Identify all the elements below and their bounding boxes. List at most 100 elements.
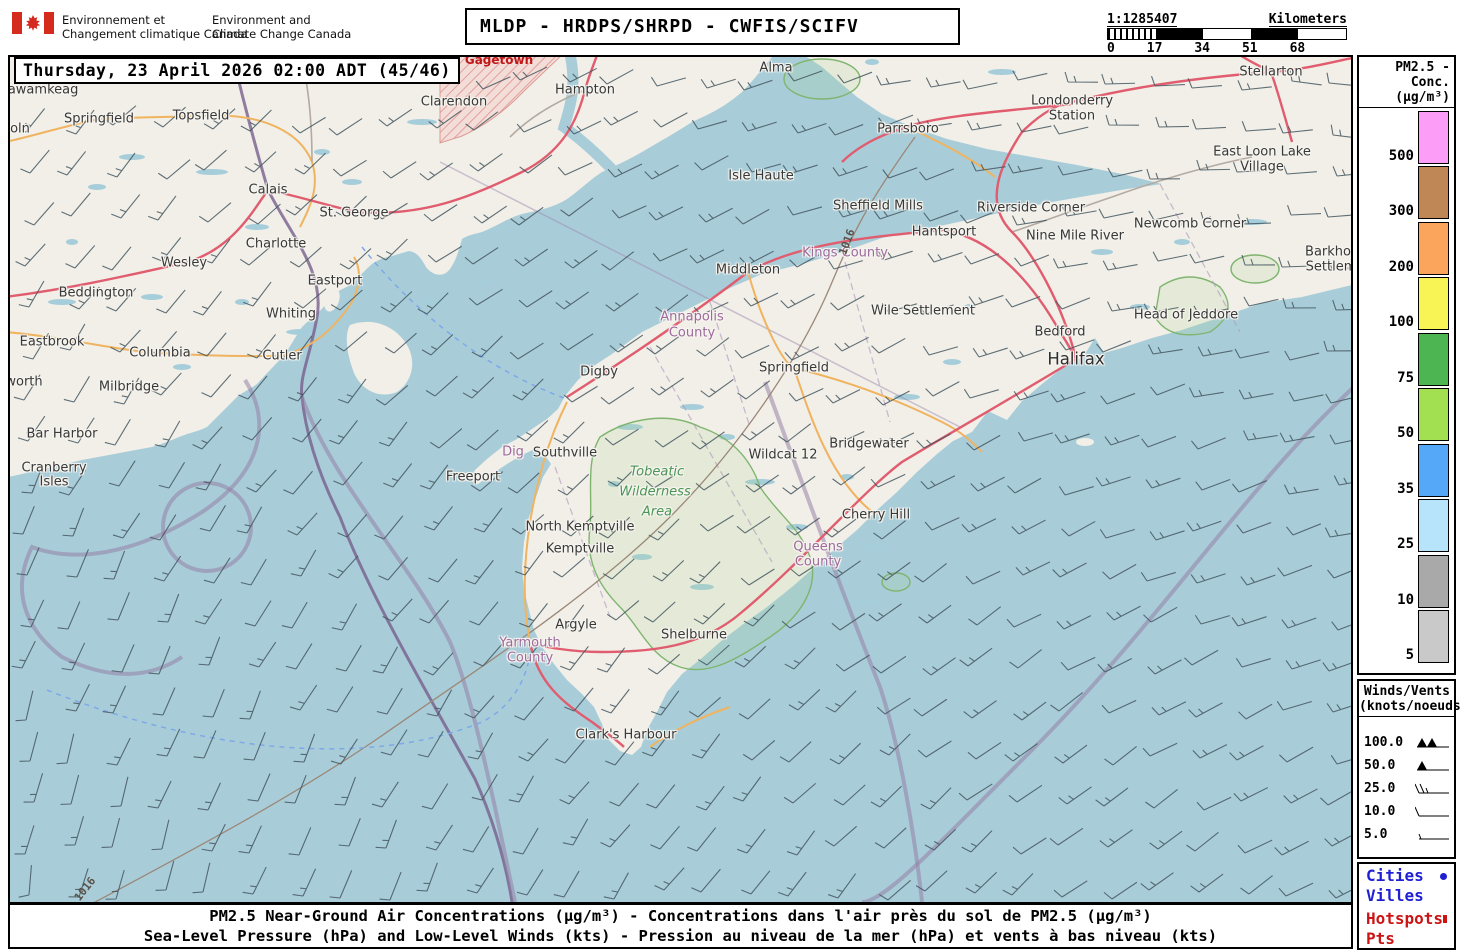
map-label: Newcomb Corner: [1133, 216, 1247, 232]
hotspots-label-en: Hotspots: [1366, 909, 1444, 928]
map-label: Eastbrook: [19, 334, 85, 350]
pm25-legend-row: 200: [1359, 219, 1454, 275]
wind-speed-label: 5.0: [1364, 827, 1388, 842]
wind-barb-symbol: [1417, 737, 1449, 747]
pm25-legend-row: 10: [1359, 552, 1454, 608]
map-label: Bridgewater: [829, 436, 909, 452]
map-label: Bar Harbor: [26, 426, 98, 442]
pm25-legend-row: 35: [1359, 441, 1454, 497]
map-label: Isle Haute: [728, 168, 794, 184]
map-label: Londonderry: [1030, 93, 1114, 109]
map-label: Stellarton: [1239, 64, 1303, 80]
map-label: Yarmouth: [499, 635, 561, 651]
caption-line1: PM2.5 Near-Ground Air Concentrations (µg…: [209, 907, 1152, 925]
map-label: Hampton: [555, 82, 615, 98]
map-label: Middleton: [715, 262, 781, 278]
scale-unit-label: Kilometers: [1268, 12, 1347, 27]
pm25-color-swatch: [1418, 610, 1449, 663]
map-label: County: [794, 554, 842, 570]
map-label: oln: [10, 121, 30, 137]
map-label: Bedford: [1034, 324, 1086, 340]
pm25-threshold-label: 100: [1388, 314, 1414, 330]
caption-line2: Sea-Level Pressure (hPa) and Low-Level W…: [143, 927, 1218, 945]
map-label: Isles: [39, 474, 69, 490]
map-label: Cutler: [262, 348, 302, 364]
cities-label-en: Cities: [1366, 866, 1424, 885]
scale-ratio: 1:1285407: [1107, 12, 1178, 27]
cities-label-fr: Villes: [1366, 886, 1424, 905]
winds-legend-units: (knots/noeuds): [1359, 699, 1460, 714]
map-label: Parrsboro: [877, 121, 939, 137]
map-label: worth: [8, 374, 43, 390]
map-label: Wile Settlement: [871, 303, 975, 319]
map-label: Head of Jeddore: [1133, 307, 1239, 323]
hotspots-label-fr: Pts chauds: [1366, 929, 1424, 950]
divider: [1359, 716, 1454, 717]
map-label: East Loon Lake: [1213, 144, 1311, 160]
map-label: Clark's Harbour: [575, 727, 677, 743]
pm25-color-swatch: [1418, 166, 1449, 219]
pm25-color-swatch: [1418, 388, 1449, 441]
map-label: Nine Mile River: [1026, 228, 1124, 244]
wind-speed-label: 50.0: [1364, 758, 1396, 773]
map-label: County: [668, 325, 716, 341]
map-label: Clarendon: [420, 94, 488, 110]
scale-tick: 51: [1241, 41, 1258, 56]
pm25-threshold-label: 75: [1397, 369, 1414, 386]
wind-barb-symbol: [1415, 806, 1449, 816]
map-label: Milbridge: [98, 379, 160, 395]
map-label: Columbia: [129, 345, 191, 361]
winds-legend-row: 50.0: [1359, 754, 1454, 777]
winds-legend-title: Winds/Vents: [1363, 684, 1450, 699]
pm25-threshold-label: 10: [1397, 591, 1414, 608]
isobar-label: 1016: [71, 874, 99, 904]
map-label: Annapolis: [660, 309, 724, 325]
pm25-legend-row: 300: [1359, 164, 1454, 219]
pm25-legend: PM2.5 - Conc. (µg/m³) 500 300 200 100 75 50 35…: [1357, 55, 1456, 675]
map-scale: 1:1285407 Kilometers 0 17 34 51 68: [1107, 12, 1347, 56]
pm25-color-swatch: [1418, 110, 1449, 164]
winds-legend-row: 5.0: [1359, 823, 1454, 846]
weather-map: ttawamkeag oln Springfield Topsfield Clarend…: [8, 55, 1353, 904]
map-label: Tobeatic: [629, 464, 685, 480]
map-label: County: [506, 650, 554, 666]
pm25-threshold-label: 35: [1397, 480, 1414, 497]
map-label: Kemptville: [545, 541, 615, 557]
map-label: Settlem: [1305, 259, 1353, 275]
map-label: Sheffield Mills: [833, 198, 923, 214]
pm25-legend-row: 100: [1359, 275, 1454, 330]
pm25-threshold-label: 200: [1388, 258, 1414, 275]
map-label: Hantsport: [911, 224, 977, 240]
pm25-threshold-label: 300: [1388, 203, 1414, 219]
map-label: Wilderness: [619, 484, 691, 500]
map-label: Charlotte: [245, 236, 307, 252]
pm25-color-swatch: [1418, 499, 1449, 552]
map-labels-layer: ttawamkeag oln Springfield Topsfield Clarend…: [10, 57, 1351, 902]
pm25-legend-row: 50: [1359, 386, 1454, 441]
map-label: Springfield: [63, 111, 135, 127]
wind-barb-symbol: [1415, 783, 1449, 793]
canada-flag-icon: [12, 12, 54, 34]
map-label: North Kemptville: [525, 519, 635, 535]
map-label: Area: [641, 504, 673, 520]
map-label: Shelburne: [661, 627, 727, 643]
hotspot-square-icon: [1443, 915, 1447, 923]
map-label: Whiting: [266, 306, 316, 322]
agency-name-english: Environment and Climate Change Canada: [212, 13, 352, 41]
scale-tick: 17: [1146, 41, 1163, 56]
map-label: Topsfield: [172, 108, 230, 124]
scale-tick: 0: [1107, 41, 1115, 56]
datetime-banner: Thursday, 23 April 2026 02:00 ADT (45/46…: [14, 57, 460, 84]
map-label: Calais: [248, 182, 288, 198]
pm25-threshold-label: 500: [1388, 147, 1414, 164]
map-label: Cherry Hill: [841, 507, 911, 523]
map-label: ttawamkeag: [8, 82, 79, 98]
markers-legend: Cities Villes Hotspots Pts chauds: [1357, 862, 1456, 950]
pm25-legend-row: 5: [1359, 608, 1454, 663]
pm25-swatch-list: 500 300 200 100 75 50 35 25 10 5: [1359, 108, 1454, 663]
winds-legend-row: 25.0: [1359, 777, 1454, 800]
pm25-legend-title: PM2.5 - Conc.: [1395, 60, 1450, 90]
map-label: Gagetown: [464, 55, 534, 67]
map-label: Southville: [532, 445, 598, 461]
pm25-threshold-label: 50: [1397, 425, 1414, 441]
